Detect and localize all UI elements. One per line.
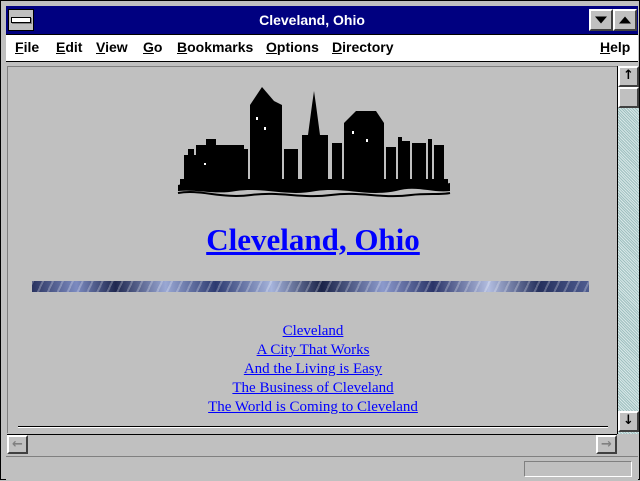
menu-options[interactable]: Options xyxy=(266,39,319,55)
maximize-button[interactable] xyxy=(613,9,637,31)
link-business-of-cleveland[interactable]: The Business of Cleveland xyxy=(8,379,618,398)
scroll-down-button[interactable]: ↓ xyxy=(618,411,639,432)
down-arrow-icon: ↓ xyxy=(623,413,634,428)
vertical-scrollbar[interactable]: ↑ ↓ xyxy=(617,66,639,434)
minimize-button[interactable] xyxy=(589,9,613,31)
status-bar xyxy=(6,456,638,481)
page-content[interactable]: Cleveland, Ohio Cleveland A City That Wo… xyxy=(7,66,618,433)
status-message xyxy=(12,461,512,477)
cleveland-skyline-image xyxy=(177,87,451,198)
scroll-up-button[interactable]: ↑ xyxy=(618,66,639,87)
menu-edit[interactable]: Edit xyxy=(56,39,82,55)
scrollbar-corner xyxy=(617,434,639,454)
menu-bar: File Edit View Go Bookmarks Options Dire… xyxy=(6,35,638,62)
scroll-right-button[interactable]: → xyxy=(596,435,617,454)
page-heading-link[interactable]: Cleveland, Ohio xyxy=(206,222,420,257)
left-arrow-icon: ← xyxy=(12,437,23,452)
menu-bookmarks[interactable]: Bookmarks xyxy=(177,39,253,55)
up-arrow-icon: ↑ xyxy=(623,68,634,83)
right-arrow-icon: → xyxy=(601,437,612,452)
browser-window: Cleveland, Ohio File Edit View Go Bookma… xyxy=(0,0,640,481)
horizontal-rule xyxy=(18,426,608,428)
system-menu-icon[interactable] xyxy=(8,9,34,31)
link-and-the-living-is-easy[interactable]: And the Living is Easy xyxy=(8,360,618,379)
scroll-thumb[interactable] xyxy=(618,87,639,108)
page-heading: Cleveland, Ohio xyxy=(8,222,618,258)
menu-go[interactable]: Go xyxy=(143,39,162,55)
progress-indicator xyxy=(524,461,632,477)
maximize-arrow-icon xyxy=(619,16,631,24)
menu-view[interactable]: View xyxy=(96,39,128,55)
menu-directory[interactable]: Directory xyxy=(332,39,393,55)
decorative-divider-image xyxy=(32,281,589,292)
menu-file[interactable]: File xyxy=(15,39,39,55)
horizontal-scrollbar[interactable]: ← → xyxy=(7,434,617,454)
scroll-left-button[interactable]: ← xyxy=(7,435,28,454)
menu-help[interactable]: Help xyxy=(600,39,630,55)
minimize-arrow-icon xyxy=(595,16,607,24)
link-cleveland[interactable]: Cleveland xyxy=(8,322,618,341)
link-list: Cleveland A City That Works And the Livi… xyxy=(8,322,618,417)
link-a-city-that-works[interactable]: A City That Works xyxy=(8,341,618,360)
link-world-coming-to-cleveland[interactable]: The World is Coming to Cleveland xyxy=(8,398,618,417)
horizontal-scroll-track[interactable] xyxy=(28,435,596,454)
title-bar[interactable]: Cleveland, Ohio xyxy=(6,6,638,35)
window-title: Cleveland, Ohio xyxy=(259,12,365,28)
